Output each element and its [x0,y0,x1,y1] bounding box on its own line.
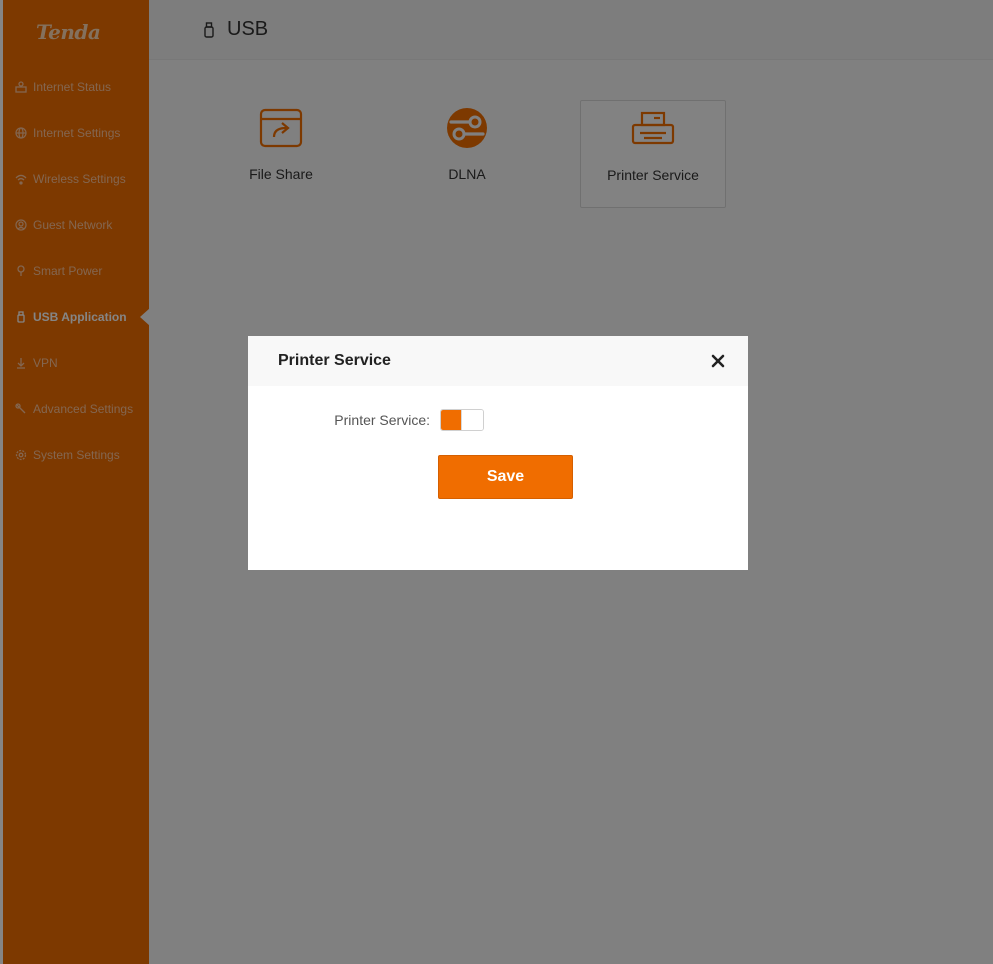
dialog-header: Printer Service [248,336,748,386]
printer-service-label: Printer Service: [334,412,430,428]
toggle-on-fill [441,410,462,430]
save-button[interactable]: Save [438,455,573,499]
toggle-knob [461,410,483,430]
close-icon [711,354,725,368]
printer-service-dialog: Printer Service Printer Service: Save [248,336,748,570]
dialog-title: Printer Service [278,352,391,369]
close-button[interactable] [708,351,728,371]
printer-service-toggle[interactable] [440,409,484,431]
printer-service-row: Printer Service: [248,408,748,432]
